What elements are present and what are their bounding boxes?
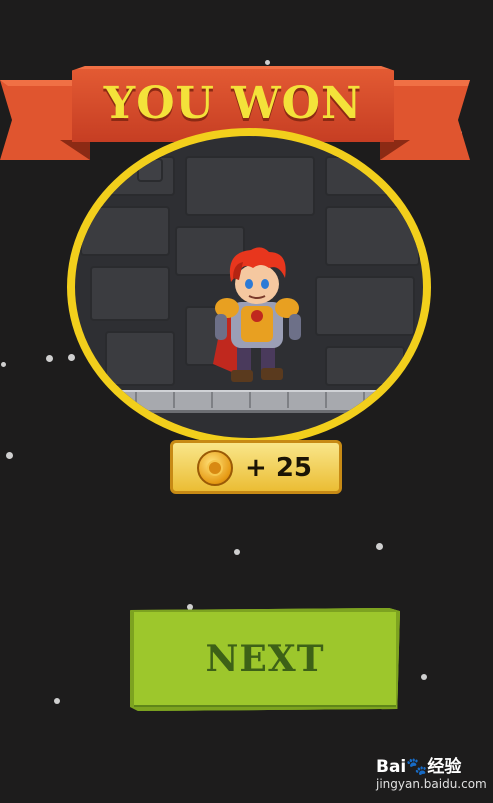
reward-banner: + 25: [170, 440, 342, 494]
snow-particle: [421, 674, 427, 680]
snow-particle: [265, 60, 270, 65]
wall-brick: [325, 156, 395, 196]
next-button-label: NEXT: [205, 638, 325, 680]
watermark-url: jingyan.baidu.com: [376, 777, 487, 791]
coin-icon: [197, 450, 233, 486]
snow-particle: [376, 543, 383, 550]
reward-amount: + 25: [245, 453, 313, 483]
snow-particle: [68, 354, 75, 361]
snow-particle: [46, 355, 53, 362]
wall-brick: [325, 206, 420, 266]
wall-brick: [315, 276, 415, 336]
scene-window: [75, 136, 423, 438]
stone-floor: [75, 390, 423, 413]
title-text: YOU WON: [103, 78, 363, 129]
wall-brick: [137, 158, 163, 182]
wall-brick: [80, 206, 170, 256]
hero-character: [213, 247, 301, 382]
watermark: Bai🐾经验 jingyan.baidu.com: [376, 752, 487, 796]
wall-brick: [90, 266, 170, 321]
watermark-brand: Bai🐾经验: [376, 757, 462, 777]
wall-brick: [185, 156, 315, 216]
snow-particle: [6, 452, 13, 459]
wall-brick: [105, 331, 175, 386]
snow-particle: [234, 549, 240, 555]
snow-particle: [54, 698, 60, 704]
wall-brick: [325, 346, 405, 386]
snow-particle: [187, 604, 193, 610]
next-button[interactable]: NEXT: [130, 608, 400, 711]
snow-particle: [1, 362, 6, 367]
